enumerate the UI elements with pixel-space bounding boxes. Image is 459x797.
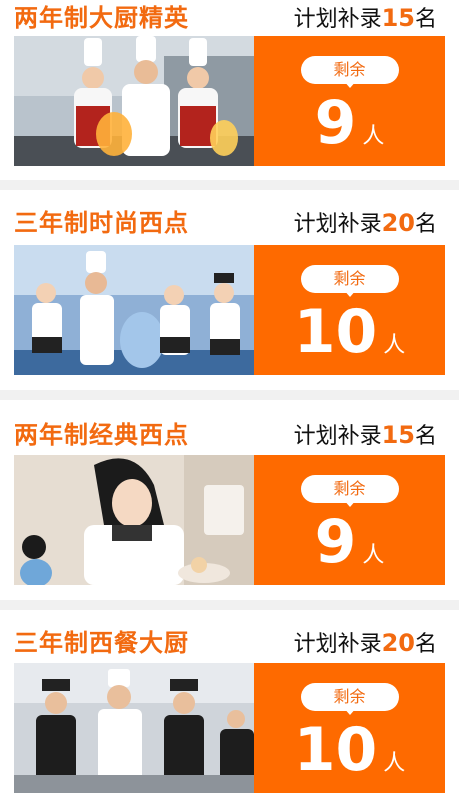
enrollment-plan: 计划补录20名 [293,629,437,657]
remaining-panel: 剩余 9人 [254,36,445,166]
card-separator [0,390,459,400]
pill-pointer [342,289,357,297]
course-card[interactable]: 两年制大厨精英 计划补录15名 剩余 9 人 [0,0,459,175]
remaining-count: 9人 [314,507,385,577]
pill-pointer [342,499,357,507]
course-title: 两年制经典西点 [14,421,189,449]
course-title: 三年制西餐大厨 [14,629,189,657]
remaining-panel: 剩余 9人 [254,455,445,585]
course-card[interactable]: 三年制西餐大厨 计划补录20名 剩余 10 人 [0,625,459,797]
course-photo [14,455,254,585]
remaining-panel: 剩余 10 人 [254,663,445,793]
course-photo [14,245,254,375]
enrollment-plan: 计划补录15名 [293,421,437,449]
course-title: 三年制时尚西点 [14,209,189,237]
course-card[interactable]: 三年制时尚西点 计划补录20名 剩余 10 人 [0,205,459,380]
remaining-count: 10 人 [293,715,406,785]
course-photo [14,36,254,166]
remaining-panel: 剩余 10 人 [254,245,445,375]
course-card[interactable]: 两年制经典西点 计划补录15名 剩余 9人 [0,417,459,592]
pill-pointer [342,80,357,88]
card-separator [0,180,459,190]
remaining-count: 9人 [314,88,385,158]
enrollment-plan: 计划补录20名 [293,209,437,237]
course-photo [14,663,254,793]
course-title: 两年制大厨精英 [14,4,189,32]
pill-pointer [342,707,357,715]
enrollment-plan: 计划补录15名 [293,4,437,32]
card-separator [0,600,459,610]
remaining-count: 10 人 [293,297,406,367]
